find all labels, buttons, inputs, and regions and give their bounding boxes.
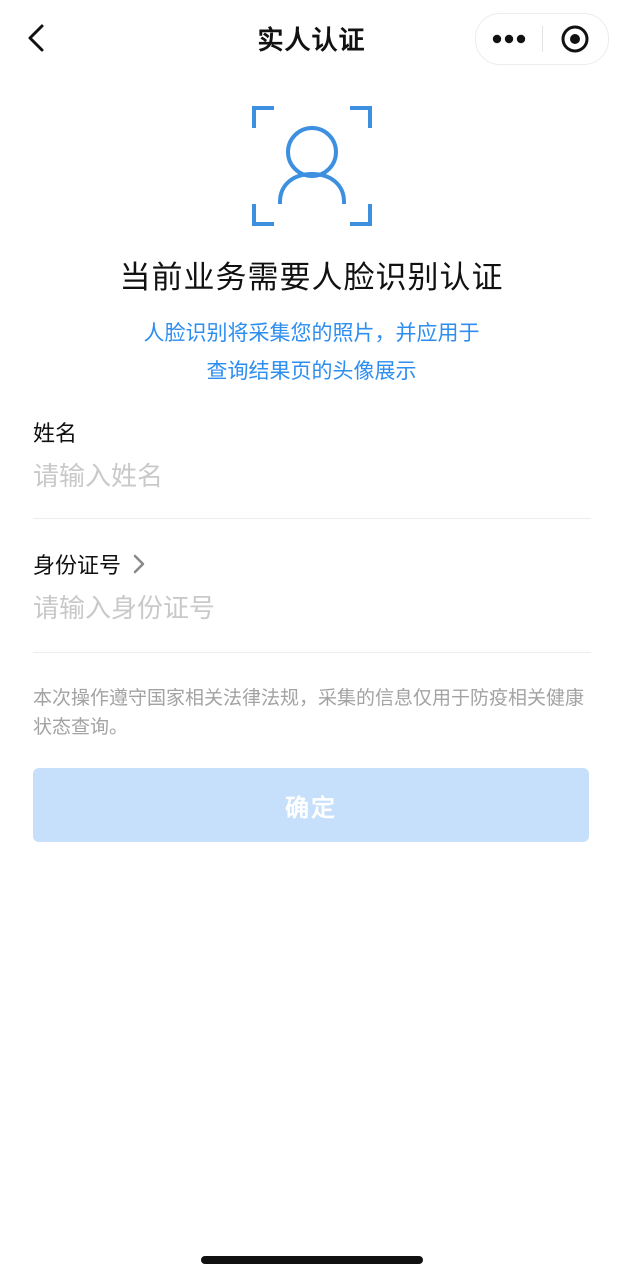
close-mini-program-button[interactable] (543, 14, 607, 64)
name-field: 姓名 (33, 416, 591, 498)
hero-description-line-2: 查询结果页的头像展示 (206, 359, 417, 383)
id-number-input[interactable] (33, 588, 591, 630)
target-circle-icon (561, 25, 589, 53)
confirm-button[interactable]: 确定 (33, 768, 589, 842)
hero-title: 当前业务需要人脸识别认证 (119, 260, 504, 296)
hero-description-line-1: 人脸识别将采集您的照片，并应用于 (143, 321, 480, 345)
mini-program-capsule (475, 13, 609, 65)
hero-description: 人脸识别将采集您的照片，并应用于 查询结果页的头像展示 (0, 314, 623, 390)
top-nav-bar: 实人认证 (0, 0, 623, 80)
face-scan-icon (252, 106, 372, 226)
chevron-right-icon (133, 554, 145, 574)
more-button[interactable] (476, 14, 542, 64)
id-number-label: 身份证号 (33, 554, 122, 579)
real-name-auth-page: 实人认证 当前业务需要人脸识别认证 人脸识别将采集您的照片，并应用于 查询结果页… (0, 0, 623, 1280)
privacy-notice: 本次操作遵守国家相关法律法规，采集的信息仅用于防疫相关健康状态查询。 (33, 687, 585, 738)
id-number-separator (33, 652, 591, 653)
name-separator (33, 518, 591, 519)
id-number-label-row[interactable]: 身份证号 (33, 548, 591, 580)
name-label: 姓名 (33, 422, 78, 447)
id-number-field: 身份证号 (33, 548, 591, 630)
more-dots-icon (492, 34, 526, 44)
name-input[interactable] (33, 456, 591, 498)
home-indicator (201, 1256, 423, 1264)
